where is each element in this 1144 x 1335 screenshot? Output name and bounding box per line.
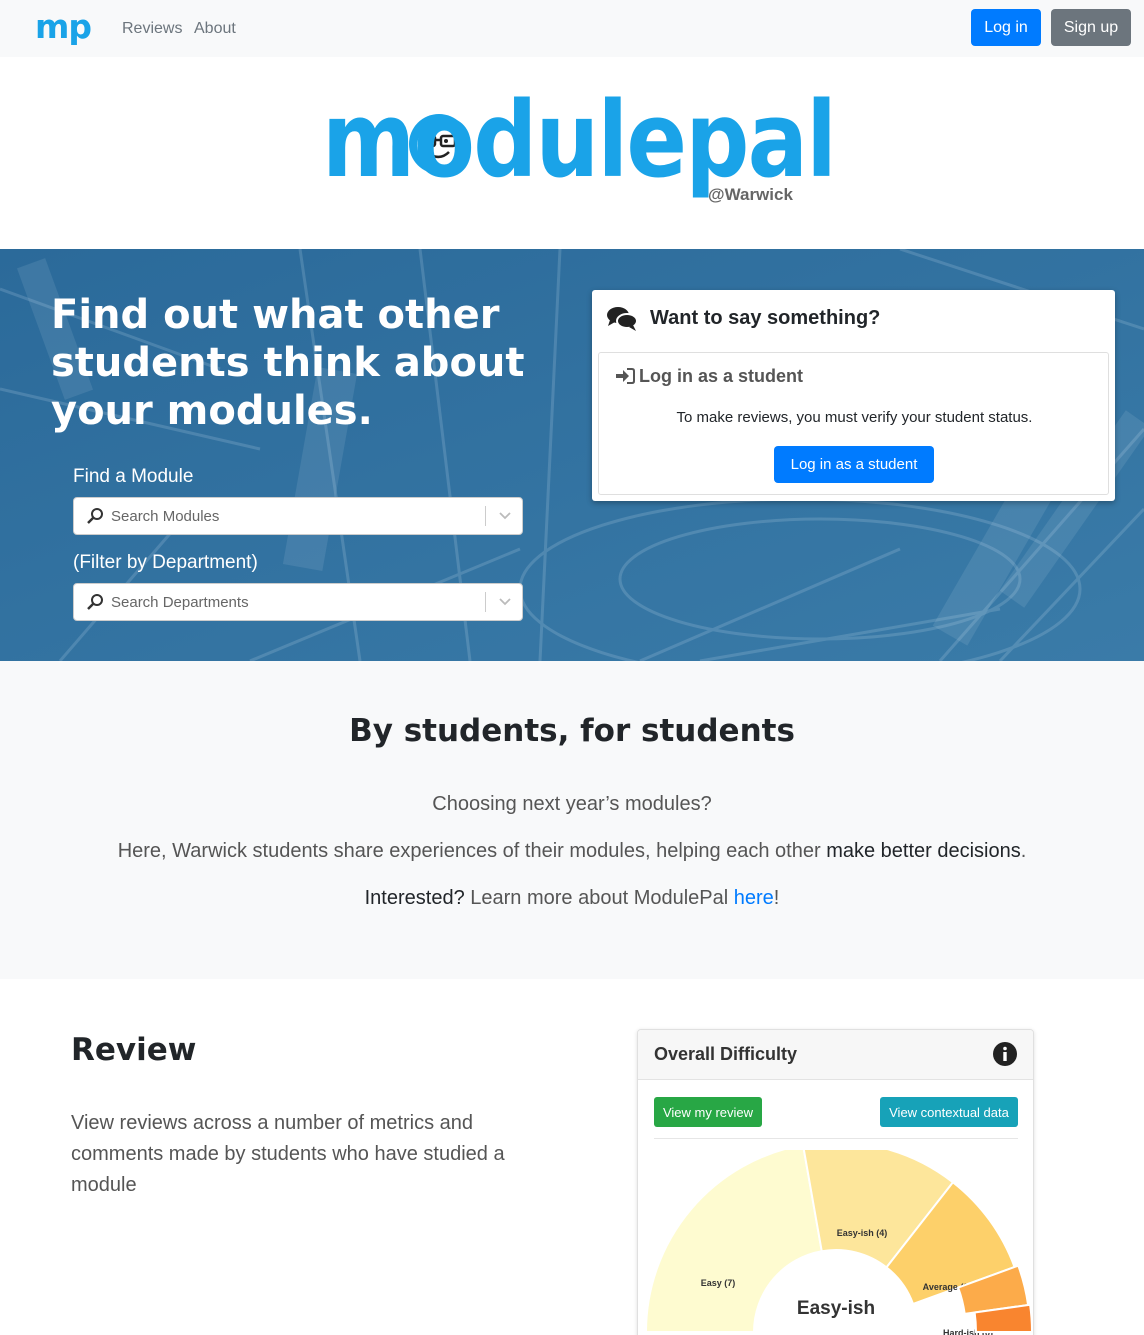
- search-icon: [87, 508, 103, 524]
- find-module-label: Find a Module: [73, 466, 194, 487]
- select-separator: [485, 506, 486, 526]
- gauge-segment-label: Easy-ish (4): [837, 1228, 888, 1238]
- search-icon: [87, 594, 103, 610]
- card-heading: Want to say something?: [650, 307, 881, 329]
- logo-banner: modulepal @Warwick: [0, 57, 1144, 249]
- panel-header: Overall Difficulty: [638, 1030, 1033, 1080]
- about-emphasis: make better decisions: [826, 840, 1021, 862]
- gauge-segment[interactable]: [644, 1150, 823, 1333]
- search-modules-placeholder: Search Modules: [111, 508, 220, 525]
- student-login-box: Log in as a student To make reviews, you…: [598, 352, 1109, 495]
- divider: [654, 1138, 1018, 1139]
- view-contextual-data-button[interactable]: View contextual data: [880, 1097, 1018, 1127]
- chevron-down-icon[interactable]: [498, 594, 512, 608]
- nav-link-about[interactable]: About: [194, 19, 236, 39]
- search-modules-select[interactable]: Search Modules: [73, 497, 523, 535]
- navbar: mp Reviews About Log in Sign up: [0, 0, 1144, 57]
- info-icon[interactable]: [992, 1041, 1018, 1067]
- signup-button[interactable]: Sign up: [1051, 9, 1131, 46]
- hero-title: Find out what other students think about…: [51, 292, 525, 434]
- about-emphasis: Interested?: [364, 887, 465, 909]
- hero-section: Find out what other students think about…: [0, 249, 1144, 661]
- gauge-segment-label: Easy (7): [701, 1278, 736, 1288]
- sign-in-icon: [616, 368, 635, 384]
- about-text: Learn more about ModulePal: [464, 887, 734, 909]
- about-section: By students, for students Choosing next …: [0, 661, 1144, 979]
- review-heading: Review: [71, 1032, 197, 1068]
- login-button[interactable]: Log in: [971, 9, 1041, 46]
- about-text: !: [773, 887, 780, 909]
- panel-title: Overall Difficulty: [654, 1044, 798, 1064]
- review-description: View reviews across a number of metrics …: [71, 1112, 505, 1196]
- student-login-text: To make reviews, you must verify your st…: [676, 409, 1033, 426]
- difficulty-gauge: Easy (7)Easy-ish (4)Average (2)Hard-ish …: [644, 1150, 1033, 1335]
- say-something-card: Want to say something? Log in as a stude…: [592, 290, 1115, 501]
- about-heading: By students, for students: [349, 713, 795, 749]
- difficulty-panel: Overall Difficulty View my review View c…: [637, 1029, 1034, 1335]
- brand-logo[interactable]: mp: [35, 8, 92, 46]
- select-separator: [485, 592, 486, 612]
- about-text: .: [1020, 840, 1027, 862]
- about-text: Here, Warwick students share experiences…: [117, 840, 827, 862]
- search-departments-placeholder: Search Departments: [111, 594, 249, 611]
- student-login-title: Log in as a student: [639, 366, 804, 386]
- learn-more-link[interactable]: here: [734, 887, 774, 909]
- search-departments-select[interactable]: Search Departments: [73, 583, 523, 621]
- about-paragraph-1: Choosing next year’s modules?: [432, 793, 712, 815]
- comments-icon: [607, 307, 638, 331]
- about-paragraph-3: Interested? Learn more about ModulePal h…: [0, 887, 1144, 910]
- gauge-center-label: Easy-ish: [797, 1298, 875, 1319]
- logo-subtitle: @Warwick: [708, 185, 793, 204]
- filter-department-label: (Filter by Department): [73, 552, 258, 573]
- chevron-down-icon[interactable]: [498, 508, 512, 522]
- logo-wordmark: modulepal: [322, 79, 837, 201]
- student-login-button[interactable]: Log in as a student: [774, 446, 934, 483]
- view-my-review-button[interactable]: View my review: [654, 1097, 762, 1127]
- nav-link-reviews[interactable]: Reviews: [122, 19, 182, 39]
- about-paragraph-2: Here, Warwick students share experiences…: [0, 840, 1144, 863]
